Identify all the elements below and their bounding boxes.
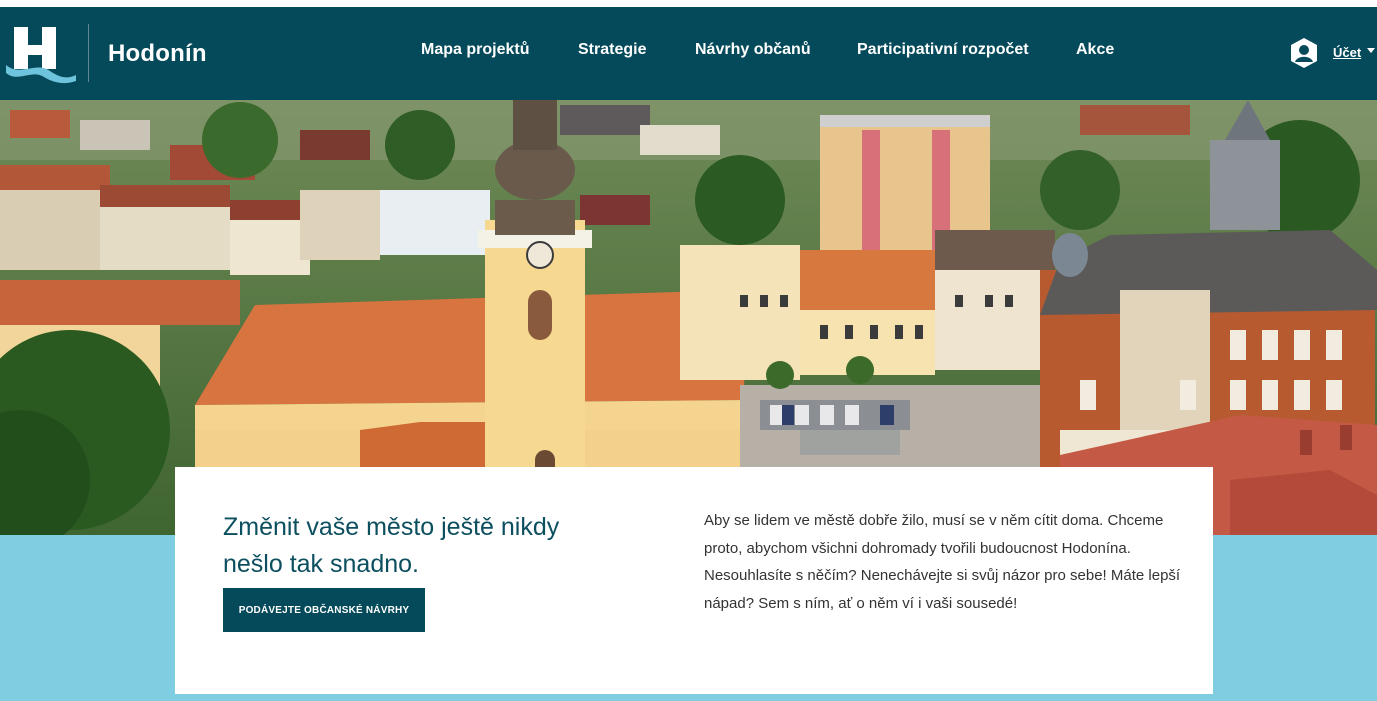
hero-description: Aby se lidem ve městě dobře žilo, musí s… (704, 512, 1181, 612)
nav-navrhy-obcanu[interactable]: Návrhy občanů (695, 41, 811, 59)
page: Hodonín Mapa projektů Strategie Návrhy o… (0, 0, 1377, 701)
intro-card: Změnit vaše město ještě nikdy nešlo tak … (175, 467, 1213, 694)
site-header: Hodonín Mapa projektů Strategie Návrhy o… (0, 7, 1377, 100)
submit-proposals-button[interactable]: PODÁVEJTE OBČANSKÉ NÁVRHY (223, 588, 425, 632)
hodonin-logo-icon[interactable] (6, 25, 76, 87)
nav-participativni-rozpocet[interactable]: Participativní rozpočet (857, 41, 1029, 59)
account-icon[interactable] (1288, 37, 1320, 69)
header-divider (88, 24, 89, 82)
nav-strategie[interactable]: Strategie (578, 41, 646, 59)
hero-headline: Změnit vaše město ještě nikdy nešlo tak … (223, 513, 560, 578)
top-strip (0, 0, 1377, 7)
account-link[interactable]: Účet (1333, 45, 1361, 60)
site-title[interactable]: Hodonín (108, 40, 207, 68)
nav-mapa-projektu[interactable]: Mapa projektů (421, 41, 529, 59)
chevron-down-icon[interactable] (1367, 48, 1375, 53)
nav-akce[interactable]: Akce (1076, 41, 1114, 59)
